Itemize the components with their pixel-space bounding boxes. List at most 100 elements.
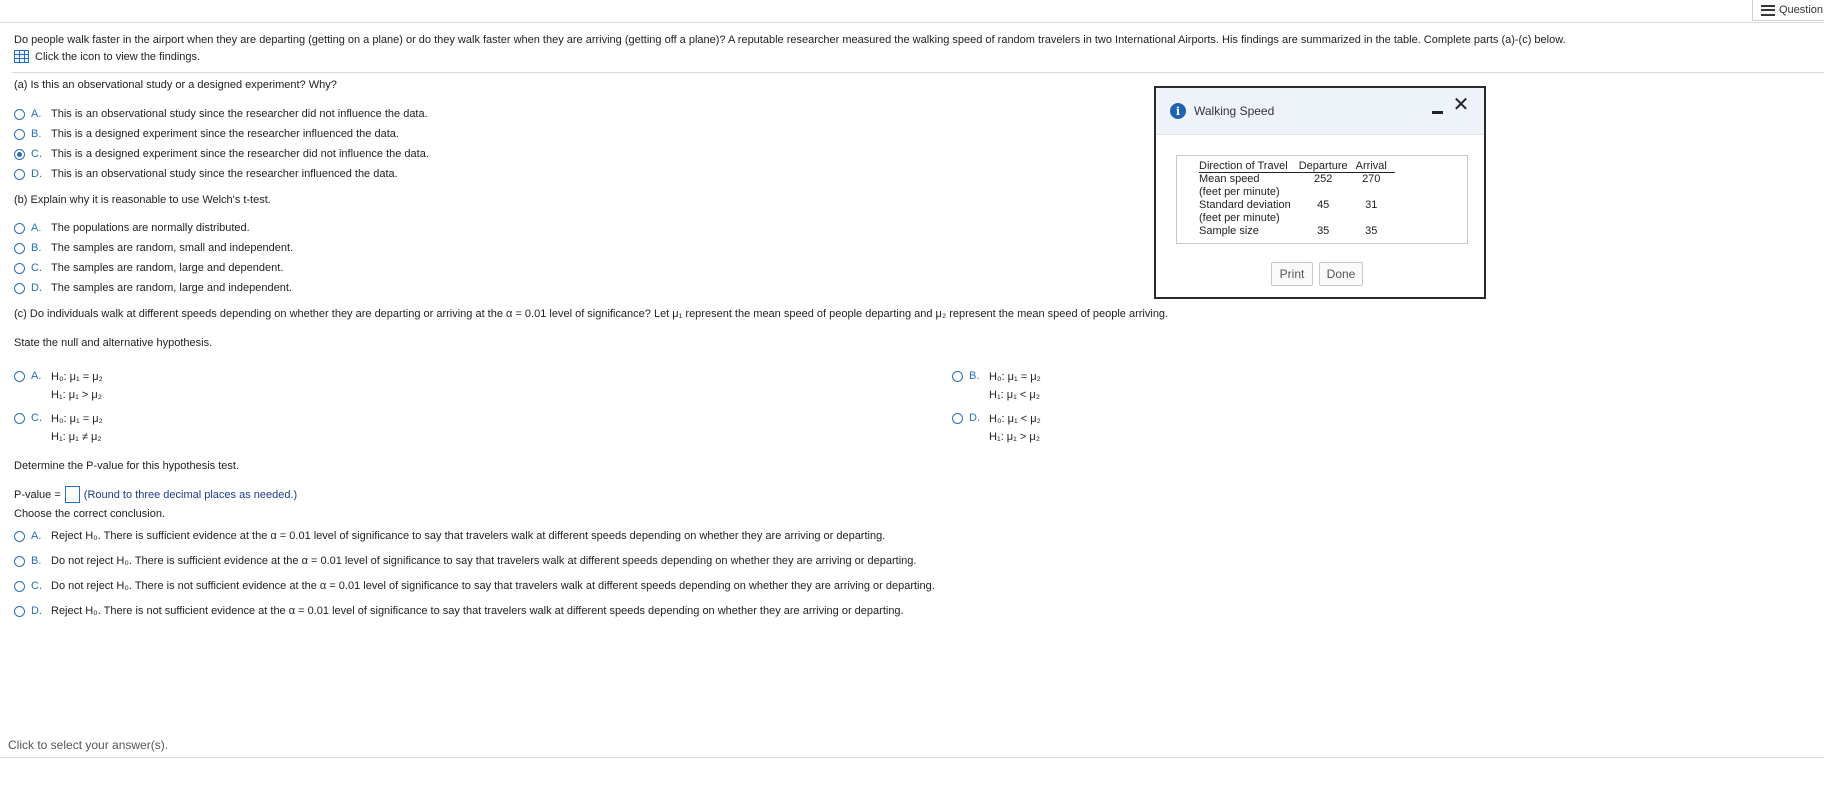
- departure-cell: 35: [1317, 225, 1330, 237]
- option-text: Do not reject H₀. There is sufficient ev…: [51, 555, 917, 567]
- option-letter: A.: [31, 530, 42, 542]
- option-letter: A.: [31, 370, 42, 382]
- arrival-cell: 35: [1365, 225, 1378, 237]
- column-header: Direction of Travel: [1199, 160, 1299, 173]
- radio-button[interactable]: [14, 263, 25, 274]
- row-label: Sample size: [1199, 225, 1299, 238]
- close-icon[interactable]: ✕: [1452, 95, 1470, 115]
- conclusion-option-d[interactable]: D. Reject H₀. There is not sufficient ev…: [14, 604, 904, 619]
- walking-speed-dialog: i Walking Speed ✕ Direction of Travel De…: [1154, 86, 1486, 299]
- radio-button[interactable]: [14, 581, 25, 592]
- part-b-option-b[interactable]: B. The samples are random, small and ind…: [14, 241, 293, 256]
- dialog-title: Walking Speed: [1194, 104, 1275, 118]
- info-icon: i: [1170, 103, 1186, 119]
- option-letter: C.: [31, 412, 42, 424]
- conclusion-option-b[interactable]: B. Do not reject H₀. There is sufficient…: [14, 554, 916, 569]
- part-a-option-c[interactable]: C. This is a designed experiment since t…: [14, 147, 429, 162]
- hypothesis-option-c[interactable]: C. H₀: μ₁ = μ₂ H₁: μ₁ ≠ μ₂: [14, 411, 103, 446]
- option-text: The samples are random, large and indepe…: [51, 282, 292, 294]
- row-label-line: Standard deviation: [1199, 199, 1291, 211]
- arrival-cell: 270: [1362, 173, 1381, 185]
- pvalue-hint: (Round to three decimal places as needed…: [83, 488, 298, 501]
- radio-button[interactable]: [14, 129, 25, 140]
- row-label-unit: (feet per minute): [1199, 186, 1280, 198]
- minimize-icon[interactable]: [1432, 111, 1443, 114]
- view-findings-label: Click the icon to view the findings.: [35, 50, 201, 63]
- table-row: Standard deviation (feet per minute) 45 …: [1199, 199, 1395, 225]
- null-hypothesis: H₀: μ₁ = μ₂: [989, 371, 1041, 383]
- table-icon[interactable]: [14, 50, 29, 63]
- option-letter: B.: [31, 128, 42, 140]
- hypothesis-option-d[interactable]: D. H₀: μ₁ < μ₂ H₁: μ₁ > μ₂: [952, 411, 1041, 446]
- row-label-line: Mean speed: [1199, 173, 1260, 185]
- done-button[interactable]: Done: [1319, 262, 1363, 286]
- option-text: The samples are random, small and indepe…: [51, 242, 294, 254]
- radio-button[interactable]: [952, 413, 963, 424]
- findings-table: Direction of Travel Departure Arrival Me…: [1199, 160, 1395, 238]
- radio-button[interactable]: [14, 371, 25, 382]
- hypothesis-option-b[interactable]: B. H₀: μ₁ = μ₂ H₁: μ₁ < μ₂: [952, 369, 1041, 404]
- option-letter: B.: [31, 555, 42, 567]
- hypothesis-option-a[interactable]: A. H₀: μ₁ = μ₂ H₁: μ₁ > μ₂: [14, 369, 103, 404]
- alternative-hypothesis: H₁: μ₁ > μ₂: [51, 389, 102, 401]
- option-letter: A.: [31, 222, 42, 234]
- questions-label: Question: [1779, 4, 1824, 16]
- pvalue-label: P-value =: [14, 488, 61, 501]
- conclusion-option-c[interactable]: C. Do not reject H₀. There is not suffic…: [14, 579, 935, 594]
- option-letter: B.: [969, 370, 980, 382]
- null-hypothesis: H₀: μ₁ = μ₂: [51, 371, 103, 383]
- null-hypothesis: H₀: μ₁ = μ₂: [51, 413, 103, 425]
- intro-divider: [12, 72, 1824, 73]
- radio-button[interactable]: [14, 606, 25, 617]
- part-a-option-b[interactable]: B. This is a designed experiment since t…: [14, 127, 399, 142]
- part-b-option-a[interactable]: A. The populations are normally distribu…: [14, 221, 250, 236]
- option-letter: C.: [31, 148, 42, 160]
- radio-button[interactable]: [14, 169, 25, 180]
- radio-button[interactable]: [952, 371, 963, 382]
- part-b-option-d[interactable]: D. The samples are random, large and ind…: [14, 281, 292, 296]
- radio-button[interactable]: [14, 223, 25, 234]
- option-letter: D.: [969, 412, 980, 424]
- questions-menu-button[interactable]: Question: [1752, 0, 1824, 21]
- radio-button[interactable]: [14, 413, 25, 424]
- option-letter: D.: [31, 168, 42, 180]
- state-hypothesis-prompt: State the null and alternative hypothesi…: [14, 337, 213, 349]
- radio-button[interactable]: [14, 109, 25, 120]
- part-a-option-a[interactable]: A. This is an observational study since …: [14, 107, 428, 122]
- option-text: The populations are normally distributed…: [51, 222, 250, 234]
- column-header: Departure: [1298, 160, 1356, 173]
- footer-divider: [0, 757, 1824, 758]
- row-label: Mean speed (feet per minute): [1199, 173, 1299, 200]
- radio-button[interactable]: [14, 531, 25, 542]
- alternative-hypothesis: H₁: μ₁ ≠ μ₂: [51, 431, 102, 443]
- question-intro: Do people walk faster in the airport whe…: [14, 34, 1566, 46]
- pvalue-answer-box[interactable]: [64, 486, 80, 503]
- footer-instruction: Click to select your answer(s).: [8, 738, 169, 752]
- alternative-hypothesis: H₁: μ₁ > μ₂: [989, 431, 1040, 443]
- radio-button[interactable]: [14, 243, 25, 254]
- part-a-option-d[interactable]: D. This is an observational study since …: [14, 167, 398, 182]
- table-row: Sample size 35 35: [1199, 225, 1395, 238]
- option-text: This is an observational study since the…: [51, 108, 428, 120]
- list-icon: [1761, 4, 1775, 16]
- null-hypothesis: H₀: μ₁ < μ₂: [989, 413, 1041, 425]
- option-letter: D.: [31, 282, 42, 294]
- option-letter: C.: [31, 262, 42, 274]
- part-b-question: (b) Explain why it is reasonable to use …: [14, 194, 271, 206]
- dialog-header[interactable]: i Walking Speed ✕: [1156, 88, 1484, 135]
- option-text: This is a designed experiment since the …: [51, 148, 429, 160]
- view-findings-link[interactable]: Click the icon to view the findings.: [14, 50, 200, 63]
- option-letter: B.: [31, 242, 42, 254]
- radio-button[interactable]: [14, 556, 25, 567]
- part-b-option-c[interactable]: C. The samples are random, large and dep…: [14, 261, 283, 276]
- option-letter: A.: [31, 108, 42, 120]
- conclusion-option-a[interactable]: A. Reject H₀. There is sufficient eviden…: [14, 529, 885, 544]
- print-button[interactable]: Print: [1271, 262, 1313, 286]
- departure-cell: 252: [1314, 173, 1333, 185]
- departure-cell: 45: [1317, 199, 1330, 211]
- option-text: This is a designed experiment since the …: [51, 128, 399, 140]
- radio-button[interactable]: [14, 283, 25, 294]
- radio-button-selected[interactable]: [14, 149, 25, 160]
- part-a-question: (a) Is this an observational study or a …: [14, 79, 337, 91]
- part-c-question: (c) Do individuals walk at different spe…: [14, 308, 1169, 320]
